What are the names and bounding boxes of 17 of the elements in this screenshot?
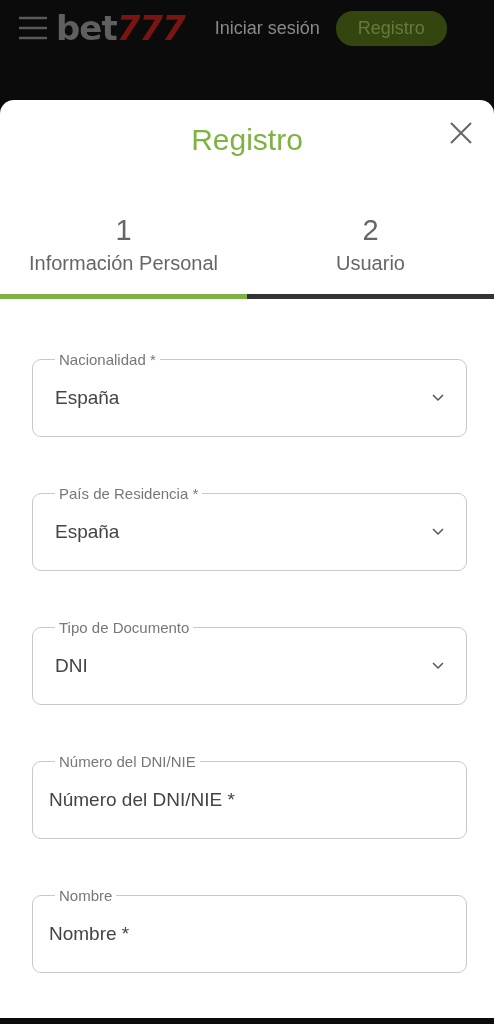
login-link[interactable]: Iniciar sesión: [214, 17, 320, 39]
input-field[interactable]: Nombre Nombre *: [32, 887, 467, 973]
close-icon[interactable]: [450, 122, 472, 144]
chevron-down-icon: [432, 394, 444, 402]
step-tab[interactable]: 2 Usuario: [247, 212, 494, 299]
select-field[interactable]: Tipo de Documento DNI: [32, 619, 467, 705]
field-label: Nombre: [58, 887, 114, 904]
field-label: Número del DNI/NIE: [58, 753, 197, 770]
logo[interactable]: bet777: [56, 8, 185, 48]
step-tab[interactable]: 1 Información Personal: [0, 212, 247, 299]
chevron-down-icon: [432, 662, 444, 670]
menu-icon[interactable]: [18, 16, 48, 40]
input-field[interactable]: Número del DNI/NIE Número del DNI/NIE *: [32, 753, 467, 839]
chevron-down-icon: [432, 528, 444, 536]
select-field[interactable]: País de Residencia * España: [32, 485, 467, 571]
select-field[interactable]: Nacionalidad * España: [32, 351, 467, 437]
modal-title: Registro: [191, 122, 303, 158]
